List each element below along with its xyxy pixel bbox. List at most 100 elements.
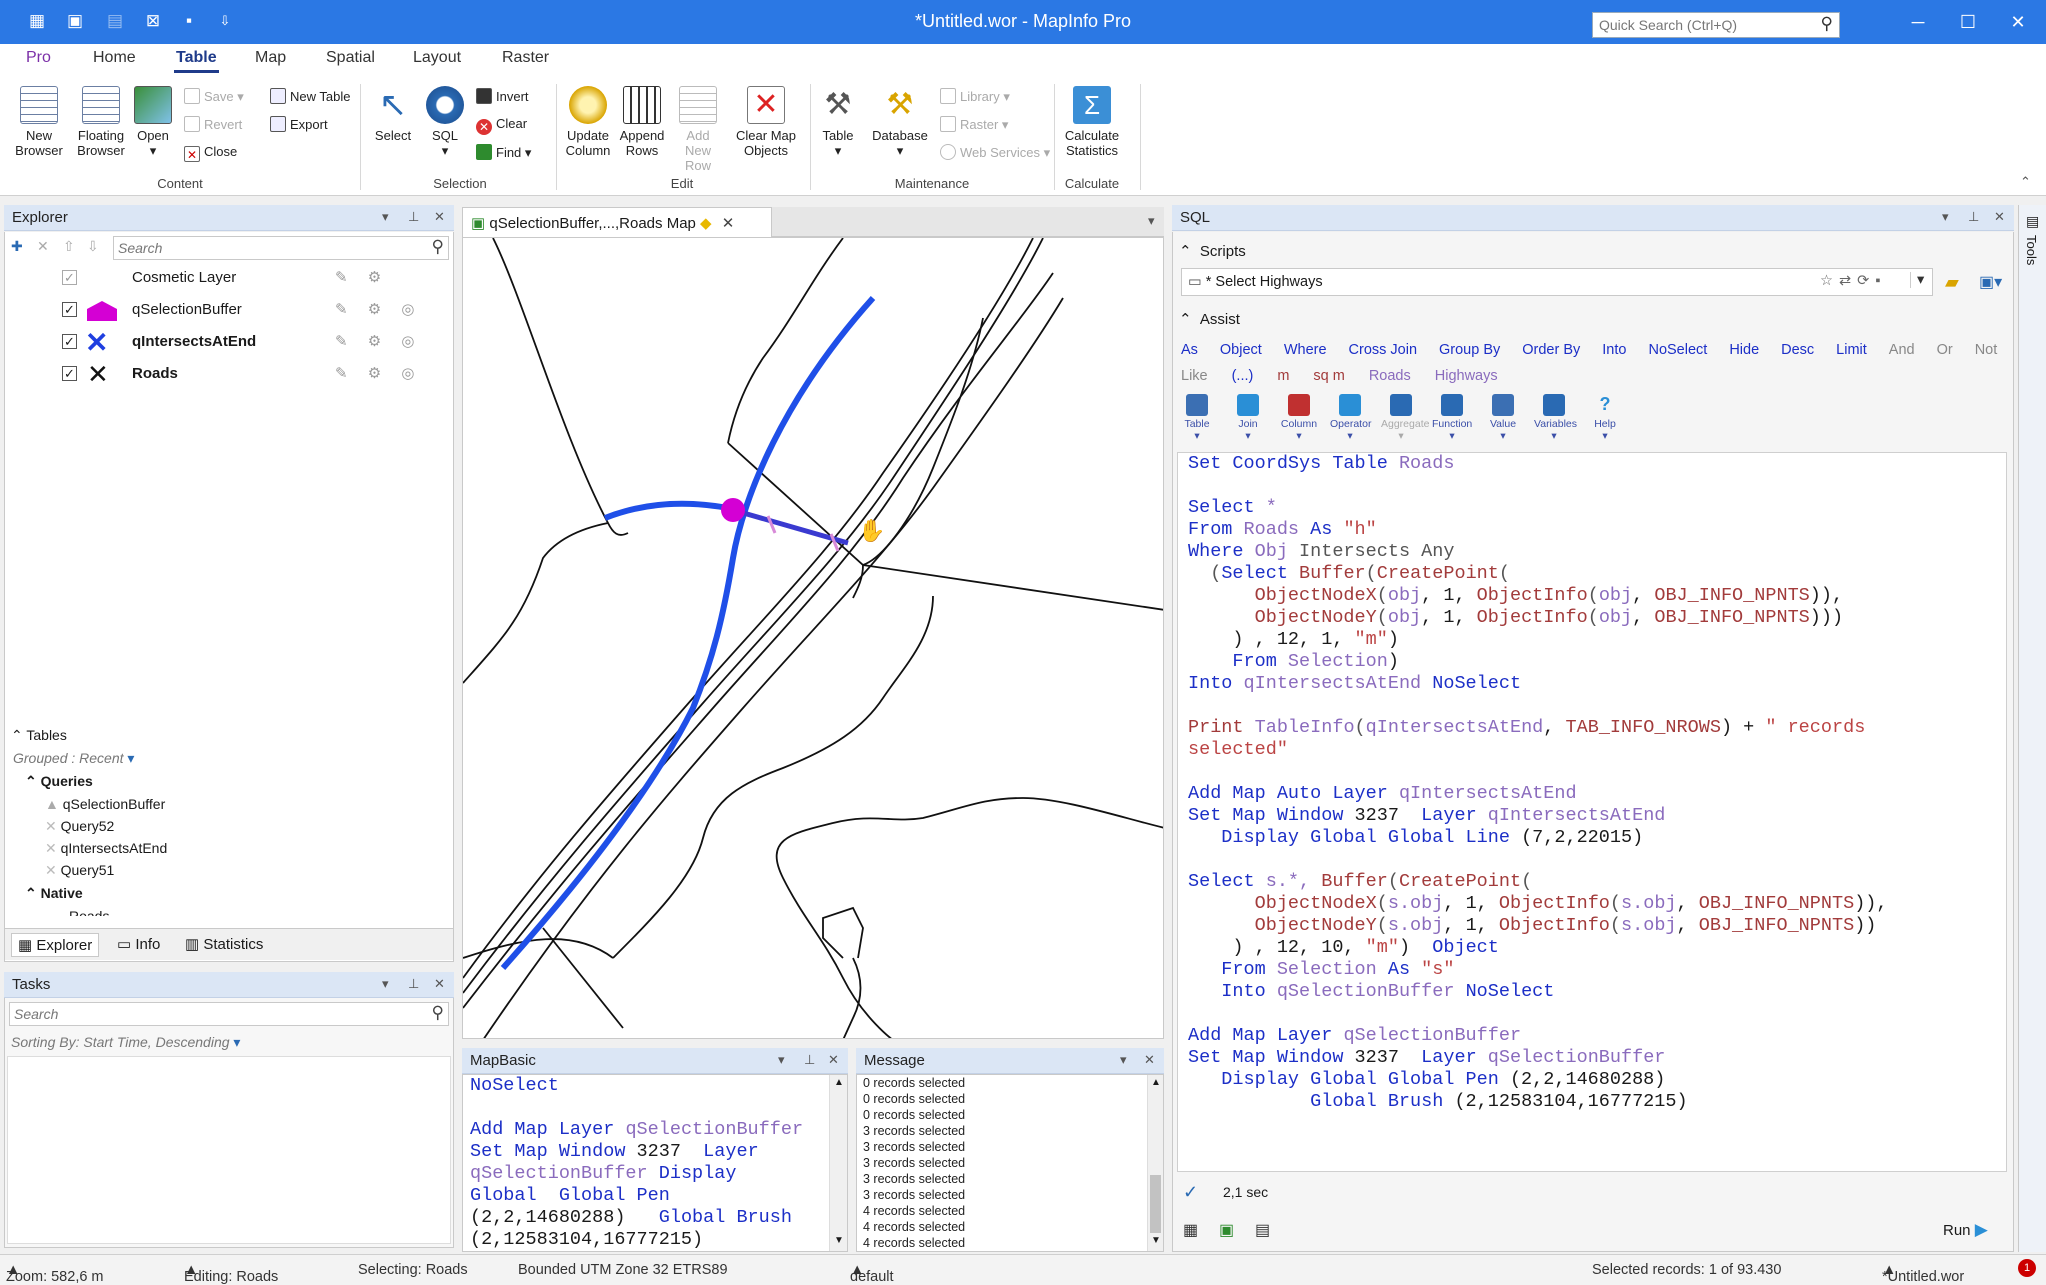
assist-tool-column[interactable]: Column ▾: [1279, 394, 1319, 442]
close-button[interactable]: ✕: [1998, 8, 2038, 36]
tab-table[interactable]: Table: [174, 49, 219, 73]
tab-layout[interactable]: Layout: [411, 49, 463, 67]
projection-status[interactable]: Bounded UTM Zone 32 ETRS89: [518, 1262, 728, 1278]
assist-keyword[interactable]: Cross Join: [1349, 342, 1418, 358]
search-icon[interactable]: ⚲: [432, 1003, 444, 1023]
query-item[interactable]: ✕ Query51: [45, 862, 114, 879]
quick-search-input[interactable]: Quick Search (Ctrl+Q) ⚲: [1592, 12, 1840, 38]
revert-button[interactable]: Revert: [184, 116, 242, 132]
close-icon[interactable]: ✕: [1994, 209, 2005, 225]
message-scrollbar[interactable]: ▲ ▼: [1147, 1075, 1163, 1251]
assist-keyword[interactable]: NoSelect: [1648, 342, 1707, 358]
pin-icon[interactable]: ⊥: [804, 1052, 815, 1068]
move-down-icon[interactable]: ⇩: [87, 238, 99, 255]
script-actions-icon[interactable]: ☆⇄⟳▪: [1820, 273, 1886, 289]
native-item[interactable]: Roads: [69, 908, 109, 916]
add-new-row-button[interactable]: Add New Row: [672, 86, 724, 173]
tab-raster[interactable]: Raster: [500, 49, 551, 67]
tab-explorer[interactable]: ▦ Explorer: [11, 933, 100, 957]
minimize-button[interactable]: ─: [1898, 8, 1938, 36]
assist-keyword[interactable]: As: [1181, 342, 1198, 358]
scripts-section-header[interactable]: ⌃ Scripts: [1179, 242, 1246, 260]
pin-icon[interactable]: ⊥: [408, 976, 419, 992]
tools-icon[interactable]: ▤: [2026, 213, 2039, 230]
web-services-button[interactable]: Web Services ▾: [940, 144, 1050, 161]
select-button[interactable]: ↖ Select: [368, 86, 418, 143]
window-list-icon[interactable]: ▾: [1148, 213, 1155, 229]
close-icon[interactable]: ✕: [828, 1052, 839, 1068]
assist-keyword[interactable]: Object: [1220, 342, 1262, 358]
run-button[interactable]: Run ▶: [1943, 1220, 1988, 1240]
map-tab[interactable]: ▣ qSelectionBuffer,...,Roads Map ◆ ✕: [462, 207, 772, 237]
scroll-down-icon[interactable]: ▼: [834, 1235, 844, 1246]
selecting-status[interactable]: Selecting: Roads: [358, 1262, 468, 1278]
chevron-down-icon[interactable]: ▾: [1910, 272, 1924, 288]
close-table-button[interactable]: ✕ Close: [184, 144, 237, 162]
tab-pro[interactable]: Pro: [24, 49, 53, 67]
sql-code-editor[interactable]: Set CoordSys Table Roads Select * From Ro…: [1177, 452, 2007, 1172]
query-item[interactable]: ✕ Query52: [45, 818, 114, 835]
database-button[interactable]: ⚒ Database ▾: [868, 86, 932, 158]
sql-button[interactable]: SQL ▾: [424, 86, 466, 158]
tools-sidebar[interactable]: ▤ Tools: [2018, 205, 2046, 1252]
zoom-status[interactable]: Zoom: 582,6 m ▲: [6, 1262, 104, 1285]
assist-tool-help[interactable]: ? Help ▾: [1585, 394, 1625, 442]
map-canvas[interactable]: ✋: [462, 237, 1164, 1039]
query-item[interactable]: ✕ qIntersectsAtEnd: [45, 840, 167, 857]
assist-keyword[interactable]: sq m: [1313, 368, 1344, 384]
collapse-ribbon-icon[interactable]: ⌃: [2020, 174, 2031, 190]
new-browser-button[interactable]: New Browser: [10, 86, 68, 158]
maximize-button[interactable]: ☐: [1948, 8, 1988, 36]
save-button[interactable]: Save ▾: [184, 88, 244, 105]
grouped-by-dropdown[interactable]: Grouped : Recent ▾: [13, 750, 134, 767]
append-rows-button[interactable]: Append Rows: [616, 86, 668, 158]
tab-map[interactable]: Map: [253, 49, 288, 67]
layer-visibility-checkbox[interactable]: ✓: [62, 334, 77, 349]
assist-keyword[interactable]: (...): [1232, 368, 1254, 384]
tasks-search-input[interactable]: Search ⚲: [9, 1002, 449, 1026]
tools-label[interactable]: Tools: [2024, 235, 2039, 265]
scroll-up-icon[interactable]: ▲: [1151, 1077, 1161, 1088]
assist-keyword[interactable]: m: [1277, 368, 1289, 384]
native-section-header[interactable]: ⌃ Native: [25, 885, 83, 902]
assist-keyword[interactable]: Like: [1181, 368, 1208, 384]
tables-section-header[interactable]: ⌃ Tables: [11, 727, 67, 744]
style-status[interactable]: default ▲: [850, 1262, 894, 1285]
table-maintenance-button[interactable]: ⚒ Table ▾: [816, 86, 860, 158]
assist-keyword[interactable]: Where: [1284, 342, 1327, 358]
assist-tool-variables[interactable]: Variables ▾: [1534, 394, 1577, 442]
calculate-statistics-button[interactable]: Σ Calculate Statistics: [1062, 86, 1122, 158]
add-layer-icon[interactable]: ✚: [11, 238, 23, 255]
assist-tool-table[interactable]: Table ▾: [1177, 394, 1217, 442]
move-up-icon[interactable]: ⇧: [63, 238, 75, 255]
search-icon[interactable]: ⚲: [432, 237, 444, 257]
assist-keyword[interactable]: Or: [1937, 342, 1953, 358]
queries-section-header[interactable]: ⌃ Queries: [25, 773, 93, 790]
new-table-button[interactable]: New Table: [270, 88, 350, 104]
workspace-status[interactable]: *Untitled.wor ▲: [1882, 1262, 1964, 1285]
open-button[interactable]: Open ▾: [132, 86, 174, 158]
scroll-thumb[interactable]: [1150, 1175, 1161, 1233]
notification-badge[interactable]: 1: [2018, 1259, 2036, 1277]
map-results-icon[interactable]: ▣: [1219, 1220, 1234, 1240]
map-drawing[interactable]: ✋: [463, 238, 1164, 1039]
close-icon[interactable]: ✕: [1144, 1052, 1155, 1068]
dropdown-icon[interactable]: ▾: [1120, 1052, 1127, 1068]
close-tab-icon[interactable]: ✕: [722, 215, 735, 232]
browse-results-icon[interactable]: ▦: [1183, 1220, 1198, 1240]
raster-button[interactable]: Raster ▾: [940, 116, 1008, 133]
mapbasic-panel[interactable]: NoSelect Add Map Layer qSelectionBuffer S…: [462, 1074, 848, 1252]
layer-visibility-checkbox[interactable]: ✓: [62, 366, 77, 381]
open-folder-icon[interactable]: ▰: [1945, 272, 1959, 293]
export-button[interactable]: Export: [270, 116, 328, 132]
tab-home[interactable]: Home: [91, 49, 138, 67]
layer-row[interactable]: ✓ qSelectionBuffer ✎ ⚙ ◎: [5, 294, 455, 326]
close-icon[interactable]: ✕: [434, 209, 445, 225]
pin-icon[interactable]: ⊥: [408, 209, 419, 225]
dropdown-icon[interactable]: ▾: [778, 1052, 785, 1068]
dropdown-icon[interactable]: ▾: [382, 209, 389, 225]
assist-keyword[interactable]: Not: [1975, 342, 1998, 358]
save-script-icon[interactable]: ▣▾: [1979, 272, 2002, 292]
close-icon[interactable]: ✕: [434, 976, 445, 992]
assist-keyword[interactable]: And: [1889, 342, 1915, 358]
